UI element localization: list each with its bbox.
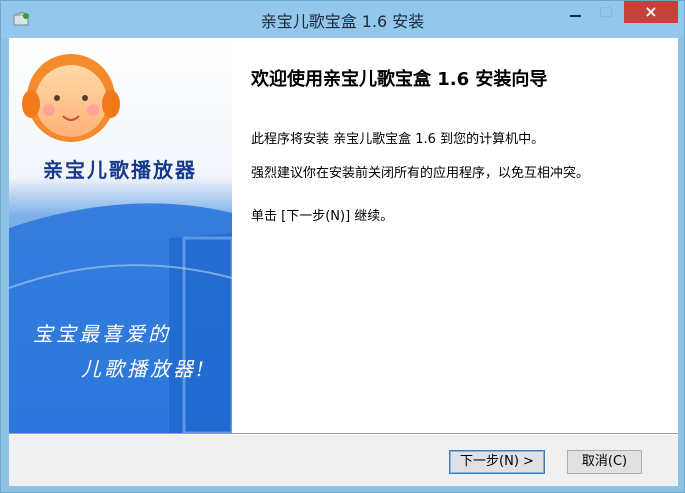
- continue-instruction: 单击 [下一步(N)] 继续。: [251, 209, 394, 224]
- button-bar: 下一步(N) > 取消(C): [9, 435, 678, 486]
- welcome-content: 欢迎使用亲宝儿歌宝盒 1.6 安装向导 此程序将安装 亲宝儿歌宝盒 1.6 到您…: [232, 38, 678, 433]
- minimize-button[interactable]: [561, 1, 591, 23]
- banner-slogan-line2: 儿歌播放器!: [81, 357, 208, 381]
- installer-window: 亲宝儿歌宝盒 1.6 安装 × 亲宝儿歌播放器 宝宝最喜爱的 儿歌播放器! 欢迎…: [0, 0, 685, 493]
- close-apps-warning: 强烈建议你在安装前关闭所有的应用程序，以免互相冲突。: [251, 166, 590, 181]
- close-button[interactable]: ×: [624, 1, 678, 23]
- maximize-button[interactable]: [591, 1, 619, 23]
- cancel-button[interactable]: 取消(C): [567, 450, 642, 474]
- close-icon: ×: [644, 2, 658, 21]
- install-description: 此程序将安装 亲宝儿歌宝盒 1.6 到您的计算机中。: [251, 132, 545, 147]
- banner-brand-text: 亲宝儿歌播放器: [43, 158, 197, 182]
- welcome-banner: 亲宝儿歌播放器 宝宝最喜爱的 儿歌播放器!: [9, 38, 232, 433]
- next-button[interactable]: 下一步(N) >: [449, 450, 545, 474]
- banner-slogan-line1: 宝宝最喜爱的: [33, 322, 171, 346]
- title-bar[interactable]: 亲宝儿歌宝盒 1.6 安装 ×: [1, 1, 684, 38]
- installer-client-area: 亲宝儿歌播放器 宝宝最喜爱的 儿歌播放器! 欢迎使用亲宝儿歌宝盒 1.6 安装向…: [9, 38, 678, 486]
- welcome-heading: 欢迎使用亲宝儿歌宝盒 1.6 安装向导: [251, 69, 548, 90]
